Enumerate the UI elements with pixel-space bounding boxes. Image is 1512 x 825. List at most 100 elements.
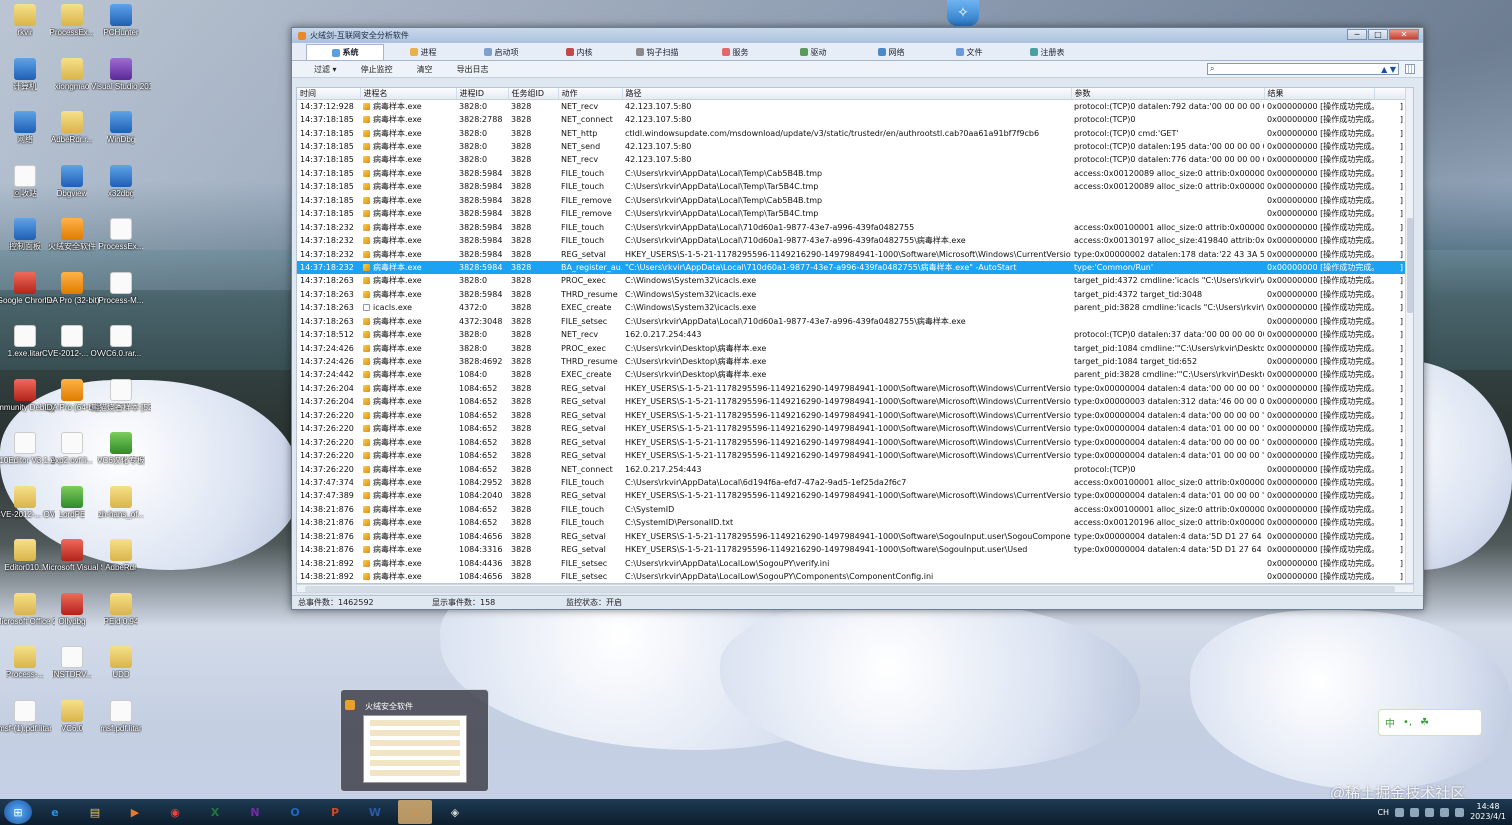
- desktop-icon[interactable]: WinDbg: [96, 111, 146, 145]
- desktop-icon[interactable]: CVE-2012-... OVF Tools...: [42, 325, 102, 359]
- desktop-icon[interactable]: msf.pdf.litar: [96, 699, 146, 734]
- desktop-icon[interactable]: Dbgview: [47, 164, 97, 199]
- desktop-icon[interactable]: ProcessEx...: [47, 4, 97, 38]
- desktop-icon[interactable]: PCHunter: [96, 4, 146, 38]
- table-row[interactable]: 14:37:18:512 病毒样本.exe 3828:0 3828 NET_recv 16…: [297, 328, 1407, 341]
- tab-3[interactable]: 内核: [540, 44, 618, 60]
- desktop-icon[interactable]: PEid 0.94: [96, 592, 146, 627]
- tab-1[interactable]: 进程: [384, 44, 462, 60]
- tab-4[interactable]: 钩子扫描: [618, 44, 696, 60]
- table-row[interactable]: 14:37:47:374 病毒样本.exe 1084:2952 3828 FILE_to…: [297, 476, 1407, 489]
- table-row[interactable]: 14:37:18:232 病毒样本.exe 3828:5984 3828 FILE_to…: [297, 234, 1407, 247]
- ie-icon[interactable]: e: [38, 800, 72, 824]
- desktop-icon[interactable]: 控制面板: [0, 218, 50, 252]
- desktop-icon[interactable]: rkvir: [0, 4, 50, 38]
- table-row[interactable]: 14:38:21:876 病毒样本.exe 1084:652 3828 FILE_tou…: [297, 516, 1407, 529]
- window-titlebar[interactable]: 火绒剑-互联网安全分析软件 ─ □ ✕: [292, 28, 1423, 43]
- search-down-icon[interactable]: ▼: [1390, 65, 1396, 74]
- desktop-icon[interactable]: VC6.0.rar...: [96, 325, 146, 359]
- desktop-icon[interactable]: msf-(1).pdf.litar: [0, 699, 52, 734]
- table-row[interactable]: 14:37:26:220 病毒样本.exe 1084:652 3828 REG_setv…: [297, 409, 1407, 422]
- column-settings-icon[interactable]: [1405, 64, 1415, 74]
- table-row[interactable]: 14:37:26:220 病毒样本.exe 1084:652 3828 REG_setv…: [297, 449, 1407, 462]
- desktop-icon[interactable]: 网络: [0, 111, 50, 145]
- desktop-icon[interactable]: xiongmao: [47, 57, 97, 92]
- table-row[interactable]: 14:37:18:185 病毒样本.exe 3828:5984 3828 FILE_re…: [297, 207, 1407, 220]
- language-indicator[interactable]: CH: [1377, 808, 1389, 817]
- desktop-icon[interactable]: exp2.ovf.li...: [47, 432, 97, 466]
- desktop-icon[interactable]: Google Chrome: [0, 271, 53, 306]
- table-row[interactable]: 14:38:21:892 病毒样本.exe 1084:4656 3828 FILE_se…: [297, 570, 1407, 583]
- desktop-icon[interactable]: Microsoft Office 2003: [0, 592, 55, 627]
- ime-mode[interactable]: 中: [1385, 715, 1395, 730]
- desktop-icon[interactable]: CVE-2012-... OVF Tools...: [0, 485, 55, 520]
- tab-0[interactable]: 系统: [306, 44, 384, 60]
- tab-5[interactable]: 服务: [696, 44, 774, 60]
- desktop-icon[interactable]: LordPE: [47, 485, 97, 520]
- scroll-thumb[interactable]: [305, 586, 1395, 592]
- desktop-icon[interactable]: Ollydbg: [47, 592, 97, 627]
- desktop-icon[interactable]: x32dbg: [96, 164, 146, 199]
- desktop-icon[interactable]: AdbeRdr: [96, 539, 146, 573]
- column-header[interactable]: 参数: [1071, 88, 1265, 100]
- desktop-icon[interactable]: IDA Pro (64-bit): [44, 378, 100, 413]
- desktop-icon[interactable]: Microsoft Visual Stu...: [42, 539, 102, 573]
- desktop-icon[interactable]: Visual Studio 2013: [91, 57, 151, 92]
- tab-7[interactable]: 网络: [852, 44, 930, 60]
- table-row[interactable]: 14:37:26:220 病毒样本.exe 1084:652 3828 REG_setv…: [297, 435, 1407, 448]
- column-header[interactable]: 任务组ID: [508, 88, 559, 100]
- export-log-button[interactable]: 导出日志: [457, 64, 489, 75]
- explorer-icon[interactable]: ▤: [78, 800, 112, 824]
- table-row[interactable]: 14:37:26:220 病毒样本.exe 1084:652 3828 NET_conn…: [297, 462, 1407, 475]
- table-row[interactable]: 14:37:18:232 病毒样本.exe 3828:5984 3828 REG_set…: [297, 247, 1407, 260]
- desktop-icon[interactable]: IDA Pro (32-bit): [44, 271, 100, 306]
- column-header[interactable]: 路径: [622, 88, 1072, 100]
- table-row[interactable]: 14:37:18:232 病毒样本.exe 3828:5984 3828 BA_regi…: [297, 260, 1407, 275]
- search-input[interactable]: ⌕ ▲ ▼: [1207, 63, 1399, 75]
- column-header[interactable]: 进程ID: [456, 88, 509, 100]
- desktop-icon[interactable]: VC6汉化专板: [96, 432, 146, 466]
- table-row[interactable]: 14:37:24:442 病毒样本.exe 1084:0 3828 EXEC_creat…: [297, 368, 1407, 381]
- huorong-icon[interactable]: ♨: [398, 800, 432, 824]
- desktop-icon[interactable]: 计算机: [0, 57, 50, 92]
- column-header[interactable]: 结果: [1264, 88, 1375, 100]
- clear-button[interactable]: 清空: [417, 64, 433, 75]
- huorongjian-icon[interactable]: ◈: [438, 800, 472, 824]
- desktop-icon[interactable]: zh-hans_of...: [96, 485, 146, 520]
- ime-skin-icon[interactable]: ☘: [1420, 717, 1429, 728]
- tab-8[interactable]: 文件: [930, 44, 1008, 60]
- filter-dropdown[interactable]: 过滤 ▾: [314, 64, 337, 75]
- tab-9[interactable]: 注册表: [1008, 44, 1086, 60]
- ime-punct-icon[interactable]: •,: [1403, 717, 1412, 728]
- table-row[interactable]: 14:37:24:426 病毒样本.exe 3828:0 3828 PROC_exec C…: [297, 341, 1407, 354]
- table-row[interactable]: 14:37:18:185 病毒样本.exe 3828:5984 3828 FILE_re…: [297, 194, 1407, 207]
- table-row[interactable]: 14:37:18:263 病毒样本.exe 3828:0 3828 PROC_exec C…: [297, 274, 1407, 287]
- network-icon[interactable]: [1440, 807, 1450, 817]
- desktop-icon[interactable]: 火绒安全软件: [47, 218, 97, 252]
- taskbar-preview[interactable]: 火绒安全软件: [340, 689, 489, 792]
- table-row[interactable]: 14:38:21:892 病毒样本.exe 1084:4436 3828 FILE_se…: [297, 556, 1407, 569]
- table-row[interactable]: 14:37:18:185 病毒样本.exe 3828:5984 3828 FILE_to…: [297, 167, 1407, 180]
- huorong-bird-icon[interactable]: ✧: [947, 0, 979, 26]
- table-row[interactable]: 14:37:18:185 病毒样本.exe 3828:5984 3828 FILE_to…: [297, 180, 1407, 193]
- preview-thumbnail[interactable]: [363, 715, 467, 783]
- vertical-scrollbar[interactable]: [1405, 88, 1413, 583]
- table-row[interactable]: 14:38:21:876 病毒样本.exe 1084:3316 3828 REG_set…: [297, 543, 1407, 556]
- desktop-icon[interactable]: 回收站: [0, 164, 50, 199]
- desktop-icon[interactable]: Process-...: [0, 646, 50, 680]
- ime-toolbar[interactable]: 中 •, ☘: [1378, 709, 1482, 736]
- minimize-button[interactable]: ─: [1347, 29, 1367, 40]
- column-header[interactable]: 时间: [297, 88, 361, 100]
- table-row[interactable]: 14:37:24:426 病毒样本.exe 3828:4692 3828 THRD_re…: [297, 355, 1407, 368]
- desktop-icon[interactable]: 010Editor V3.1.2黑客...: [0, 432, 55, 466]
- table-row[interactable]: 14:37:18:263 病毒样本.exe 3828:5984 3828 THRD_re…: [297, 288, 1407, 301]
- column-header[interactable]: 进程名: [360, 88, 457, 100]
- table-row[interactable]: 14:38:21:876 病毒样本.exe 1084:4656 3828 REG_set…: [297, 530, 1407, 543]
- desktop-icon[interactable]: 熊猫烧香样本 [52pojie].zi...: [91, 378, 151, 413]
- tab-6[interactable]: 驱动: [774, 44, 852, 60]
- table-row[interactable]: 14:38:21:876 病毒样本.exe 1084:652 3828 FILE_tou…: [297, 503, 1407, 516]
- outlook-icon[interactable]: O: [278, 800, 312, 824]
- horizontal-scrollbar[interactable]: [296, 584, 1414, 593]
- word-icon[interactable]: W: [358, 800, 392, 824]
- tray-icon[interactable]: [1395, 807, 1405, 817]
